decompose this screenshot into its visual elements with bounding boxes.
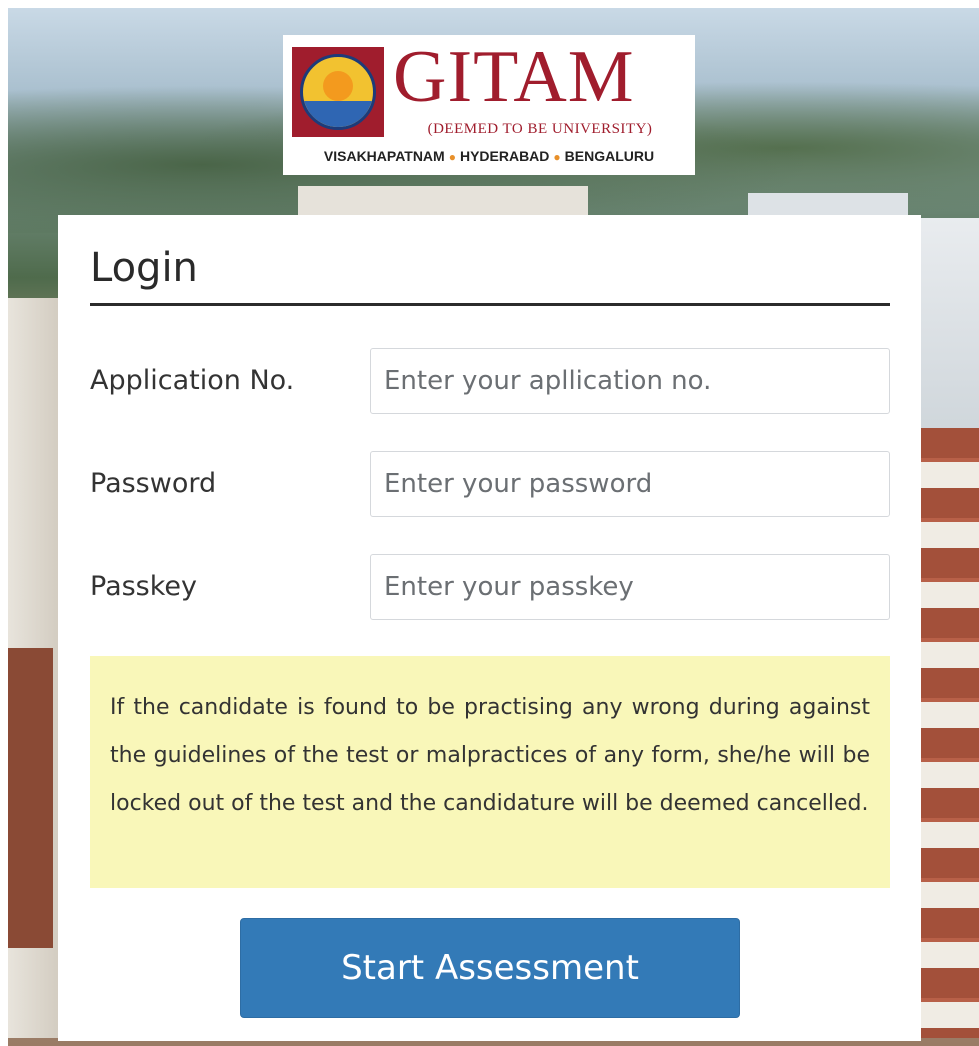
password-label: Password: [90, 468, 217, 499]
background-building-right: [919, 428, 979, 1038]
login-title: Login: [90, 245, 198, 291]
application-no-label: Application No.: [90, 365, 295, 396]
bullet-icon: ●: [448, 150, 456, 164]
title-divider: [90, 303, 890, 306]
password-input[interactable]: [370, 451, 890, 517]
university-seal-icon: [292, 47, 384, 137]
logo-cities: VISAKHAPATNAM ● HYDERABAD ● BENGALURU: [291, 148, 687, 164]
logo-city: VISAKHAPATNAM: [323, 148, 445, 164]
logo-wordmark: GITAM: [393, 36, 635, 118]
background-building-left-brick: [8, 648, 53, 948]
passkey-label: Passkey: [90, 571, 198, 602]
logo-city: BENGALURU: [564, 148, 655, 164]
login-card: Login Application No. Password Passkey I…: [58, 215, 921, 1041]
logo-subtitle: (DEEMED TO BE UNIVERSITY): [427, 121, 653, 137]
background-building-right-upper: [914, 218, 979, 433]
start-assessment-button[interactable]: Start Assessment: [240, 918, 740, 1018]
logo-city: HYDERABAD: [459, 148, 550, 164]
bullet-icon: ●: [553, 150, 561, 164]
university-logo: GITAM (DEEMED TO BE UNIVERSITY) VISAKHAP…: [283, 35, 695, 175]
passkey-input[interactable]: [370, 554, 890, 620]
malpractice-notice: If the candidate is found to be practisi…: [90, 656, 890, 888]
application-no-input[interactable]: [370, 348, 890, 414]
